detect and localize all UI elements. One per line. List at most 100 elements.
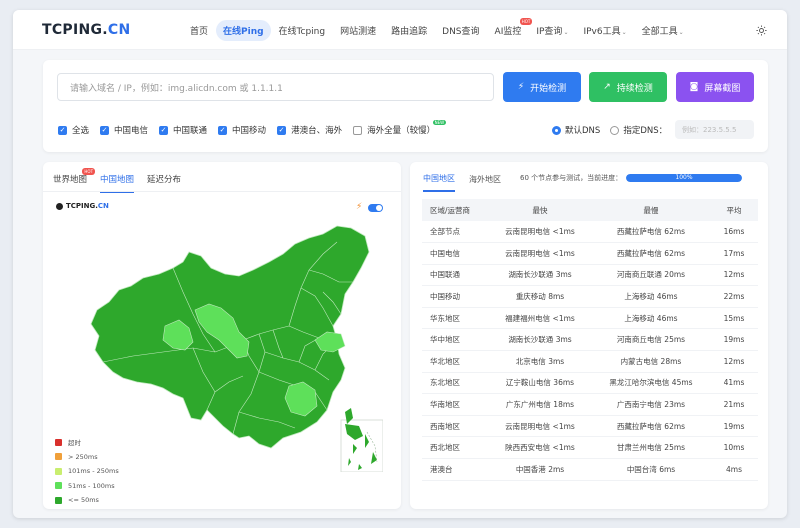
map-toggle-switch[interactable] <box>368 204 383 212</box>
legend-label: 51ms - 100ms <box>68 481 115 490</box>
cell-average: 17ms <box>710 242 758 265</box>
nav-speedtest[interactable]: 网站测速 <box>333 20 383 41</box>
site-logo[interactable]: TCPING.CN <box>42 22 131 38</box>
table-row[interactable]: 华北地区 北京电信 3ms 内蒙古电信 28ms 12ms <box>422 350 758 373</box>
table-row[interactable]: 华南地区 广东广州电信 18ms 广西南宁电信 23ms 21ms <box>422 393 758 416</box>
table-row[interactable]: 中国电信 云南昆明电信 <1ms 西藏拉萨电信 62ms 17ms <box>422 242 758 265</box>
legend-item: > 250ms <box>55 450 119 465</box>
column-header-region[interactable]: 区域/运营商 <box>422 199 488 221</box>
china-map[interactable] <box>83 222 383 472</box>
tab-china-map[interactable]: 中国地图 <box>100 173 135 193</box>
column-header-average[interactable]: 平均 <box>710 199 758 221</box>
target-input[interactable]: 请输入域名 / IP，例如：img.alicdn.com 或 1.1.1.1 <box>57 73 494 101</box>
cell-fastest: 北京电信 3ms <box>488 350 592 373</box>
table-row[interactable]: 西南地区 云南昆明电信 <1ms 西藏拉萨电信 62ms 19ms <box>422 415 758 438</box>
nav-ai-monitor[interactable]: AI监控 HOT <box>488 18 533 41</box>
radio-default-dns[interactable] <box>552 125 561 135</box>
table-row[interactable]: 东北地区 辽宁鞍山电信 36ms 黑龙江哈尔滨电信 45ms 41ms <box>422 372 758 395</box>
cell-region: 中国电信 <box>422 242 488 265</box>
nav-label: IP查询 <box>536 27 563 37</box>
checkbox-unicom[interactable]: ✓ 中国联通 <box>159 124 207 136</box>
legend-item: 超时 <box>55 435 119 450</box>
legend-swatch <box>55 467 62 475</box>
table-row[interactable]: 西北地区 陕西西安电信 <1ms 甘肃兰州电信 25ms 10ms <box>422 436 758 460</box>
cell-region: 华东地区 <box>422 307 488 330</box>
progress-fill: 100% <box>626 174 742 182</box>
nav-traceroute[interactable]: 路由追踪 <box>384 20 434 41</box>
cell-slowest: 广西南宁电信 23ms <box>592 393 710 416</box>
cell-fastest: 云南昆明电信 <1ms <box>488 242 592 265</box>
cell-slowest: 河南商丘电信 25ms <box>592 328 710 352</box>
cell-slowest: 中国台湾 6ms <box>592 458 710 481</box>
tab-latency-distribution[interactable]: 延迟分布 <box>147 173 181 193</box>
search-panel: 请输入域名 / IP，例如：img.alicdn.com 或 1.1.1.1 ⚡… <box>43 60 768 152</box>
nav-label: 在线Tcping <box>278 27 326 37</box>
logo-dot-icon <box>56 202 63 210</box>
table-row[interactable]: 中国移动 重庆移动 8ms 上海移动 46ms 22ms <box>422 285 758 308</box>
radio-default-dns-label: 默认DNS <box>565 126 601 136</box>
column-header-slowest[interactable]: 最慢 <box>592 199 710 221</box>
cell-region: 全部节点 <box>422 221 488 244</box>
cell-slowest: 甘肃兰州电信 25ms <box>592 436 710 460</box>
nav-all-tools[interactable]: 全部工具⌄ <box>635 20 691 41</box>
nav-ip-query[interactable]: IP查询⌄ <box>529 20 575 41</box>
theme-toggle-button[interactable] <box>753 22 769 38</box>
cell-region: 华中地区 <box>422 328 488 352</box>
cell-average: 12ms <box>710 264 758 287</box>
tab-world-map[interactable]: 世界地图 HOT <box>53 168 96 193</box>
checkbox-overseas-full[interactable]: 海外全量（较慢） NEW <box>353 120 447 136</box>
app-frame: TCPING.CN 首页 在线Ping 在线Tcping 网站测速 路由追踪 D… <box>13 10 787 518</box>
nav-label: 网站测速 <box>340 27 377 37</box>
table-row[interactable]: 华东地区 福建福州电信 <1ms 上海移动 46ms 15ms <box>422 307 758 330</box>
radio-custom-dns-label: 指定DNS： <box>623 126 668 136</box>
screenshot-button[interactable]: ◙ 屏幕截图 <box>676 72 754 102</box>
map-tabs: 世界地图 HOT 中国地图 延迟分布 <box>53 168 194 193</box>
screenshot-label: 屏幕截图 <box>704 83 741 94</box>
legend-label: > 250ms <box>68 452 98 461</box>
table-row[interactable]: 中国联通 湖南长沙联通 3ms 河南商丘联通 20ms 12ms <box>422 264 758 287</box>
start-test-button[interactable]: ⚡ 开始检测 <box>503 72 581 102</box>
checkbox-label: 中国联通 <box>173 126 208 136</box>
top-header: TCPING.CN 首页 在线Ping 在线Tcping 网站测速 路由追踪 D… <box>13 10 787 50</box>
tab-overseas-region[interactable]: 海外地区 <box>469 174 501 191</box>
continuous-test-button[interactable]: ↗ 持续检测 <box>589 72 667 102</box>
nav-label: 首页 <box>190 27 209 37</box>
cell-slowest: 黑龙江哈尔滨电信 45ms <box>592 372 710 395</box>
legend-swatch <box>55 482 62 490</box>
checkbox-mobile[interactable]: ✓ 中国移动 <box>218 124 266 136</box>
custom-dns-input[interactable]: 例如：223.5.5.5 <box>675 120 754 139</box>
nav-ipv6-tools[interactable]: IPv6工具⌄ <box>576 20 633 41</box>
checkbox-select-all[interactable]: ✓ 全选 <box>58 124 89 136</box>
check-icon: ✓ <box>100 125 110 135</box>
nav-home[interactable]: 首页 <box>183 20 215 41</box>
nav-dns[interactable]: DNS查询 <box>435 20 486 41</box>
checkbox-label: 港澳台、海外 <box>291 126 343 136</box>
logo-cn-text: CN <box>107 22 131 38</box>
cell-slowest: 西藏拉萨电信 62ms <box>592 415 710 438</box>
map-logo-cn: CN <box>97 202 109 210</box>
radio-custom-dns[interactable] <box>610 125 620 135</box>
chevron-down-icon: ⌄ <box>563 29 569 36</box>
cell-fastest: 广东广州电信 18ms <box>488 393 592 416</box>
table-row[interactable]: 全部节点 云南昆明电信 <1ms 西藏拉萨电信 62ms 16ms <box>422 221 758 244</box>
nav-tcping[interactable]: 在线Tcping <box>272 20 333 41</box>
nav-label: 路由追踪 <box>391 27 428 37</box>
checkbox-telecom[interactable]: ✓ 中国电信 <box>100 124 148 136</box>
nav-ping[interactable]: 在线Ping <box>216 20 271 41</box>
table-row[interactable]: 港澳台 中国香港 2ms 中国台湾 6ms 4ms <box>422 458 758 481</box>
custom-dns-placeholder: 例如：223.5.5.5 <box>682 125 737 134</box>
cell-average: 16ms <box>710 221 758 244</box>
checkbox-hk-overseas[interactable]: ✓ 港澳台、海外 <box>277 124 342 136</box>
table-row[interactable]: 华中地区 湖南长沙联通 3ms 河南商丘电信 25ms 19ms <box>422 328 758 352</box>
column-header-fastest[interactable]: 最快 <box>488 199 592 221</box>
cell-fastest: 陕西西安电信 <1ms <box>488 436 592 460</box>
map-watermark-logo: TCPING. CN <box>56 202 109 210</box>
sun-icon <box>755 24 767 36</box>
tab-divider <box>43 191 401 192</box>
cell-fastest: 云南昆明电信 <1ms <box>488 415 592 438</box>
tab-china-region[interactable]: 中国地区 <box>423 173 455 192</box>
checkbox-label: 海外全量（较慢） <box>367 126 436 136</box>
cell-slowest: 内蒙古电信 28ms <box>592 350 710 373</box>
target-input-placeholder: 请输入域名 / IP，例如：img.alicdn.com 或 1.1.1.1 <box>70 83 283 94</box>
cell-region: 东北地区 <box>422 372 488 395</box>
